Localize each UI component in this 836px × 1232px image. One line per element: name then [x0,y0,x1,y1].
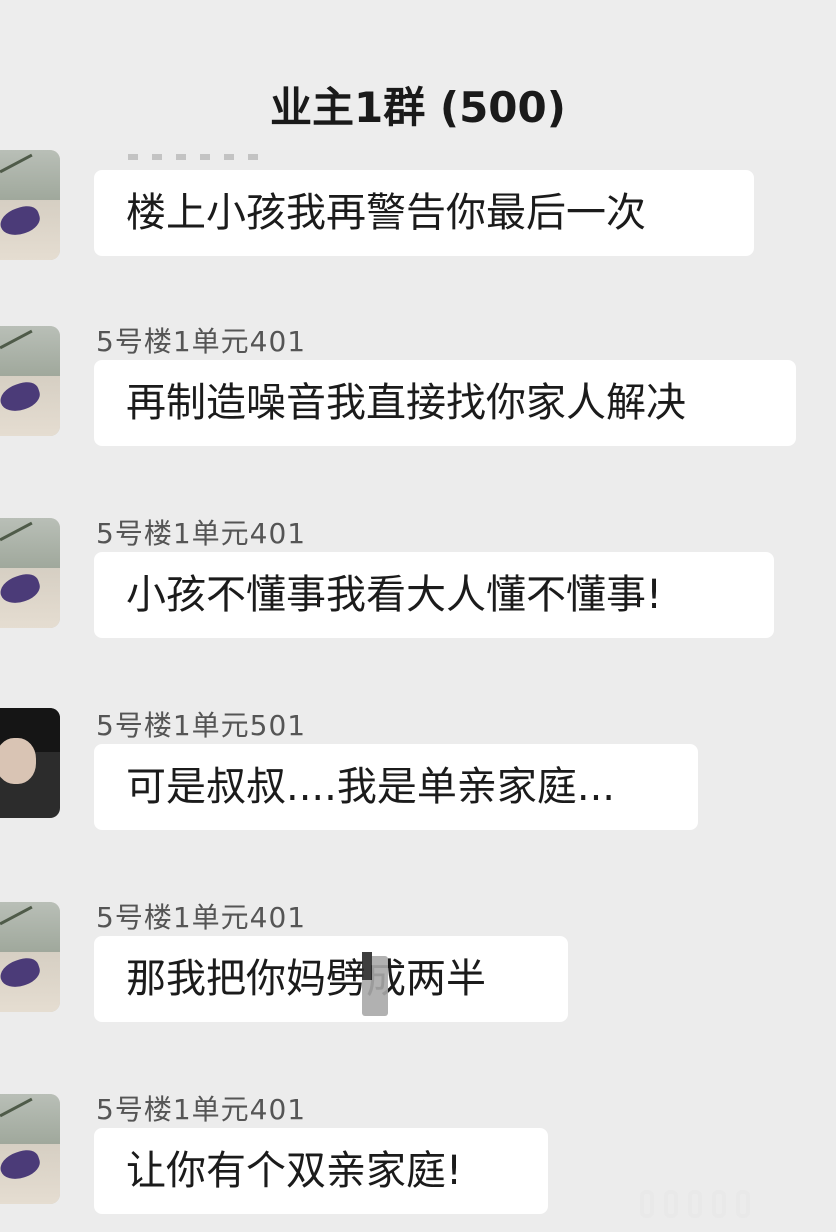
sender-name: 5号楼1单元401 [96,901,307,934]
message-bubble[interactable]: 让你有个双亲家庭! [94,1128,548,1214]
cropped-sender-name [128,154,268,160]
sender-name: 5号楼1单元401 [96,1093,307,1126]
sender-name: 5号楼1单元501 [96,709,307,742]
sender-name: 5号楼1单元401 [96,325,307,358]
tap-cursor-icon [362,952,388,1016]
park-photo-avatar[interactable] [0,518,60,628]
message-bubble[interactable]: 那我把你妈劈成两半 [94,936,568,1022]
message-bubble[interactable]: 再制造噪音我直接找你家人解决 [94,360,796,446]
message-bubble[interactable]: 小孩不懂事我看大人懂不懂事! [94,552,774,638]
group-title: 业主1群 (500) [270,83,566,132]
park-photo-avatar[interactable] [0,902,60,1012]
sender-name: 5号楼1单元401 [96,517,307,550]
message-bubble[interactable]: 可是叔叔....我是单亲家庭... [94,744,698,830]
park-photo-avatar[interactable] [0,150,60,260]
watermark-scribble-icon [640,1190,790,1220]
person-photo-avatar[interactable] [0,708,60,818]
chat-header: 业主1群 (500) [0,0,836,150]
park-photo-avatar[interactable] [0,1094,60,1204]
park-photo-avatar[interactable] [0,326,60,436]
chat-list[interactable]: 楼上小孩我再警告你最后一次 5号楼1单元401 再制造噪音我直接找你家人解决 5… [0,150,836,1232]
message-bubble[interactable]: 楼上小孩我再警告你最后一次 [94,170,754,256]
